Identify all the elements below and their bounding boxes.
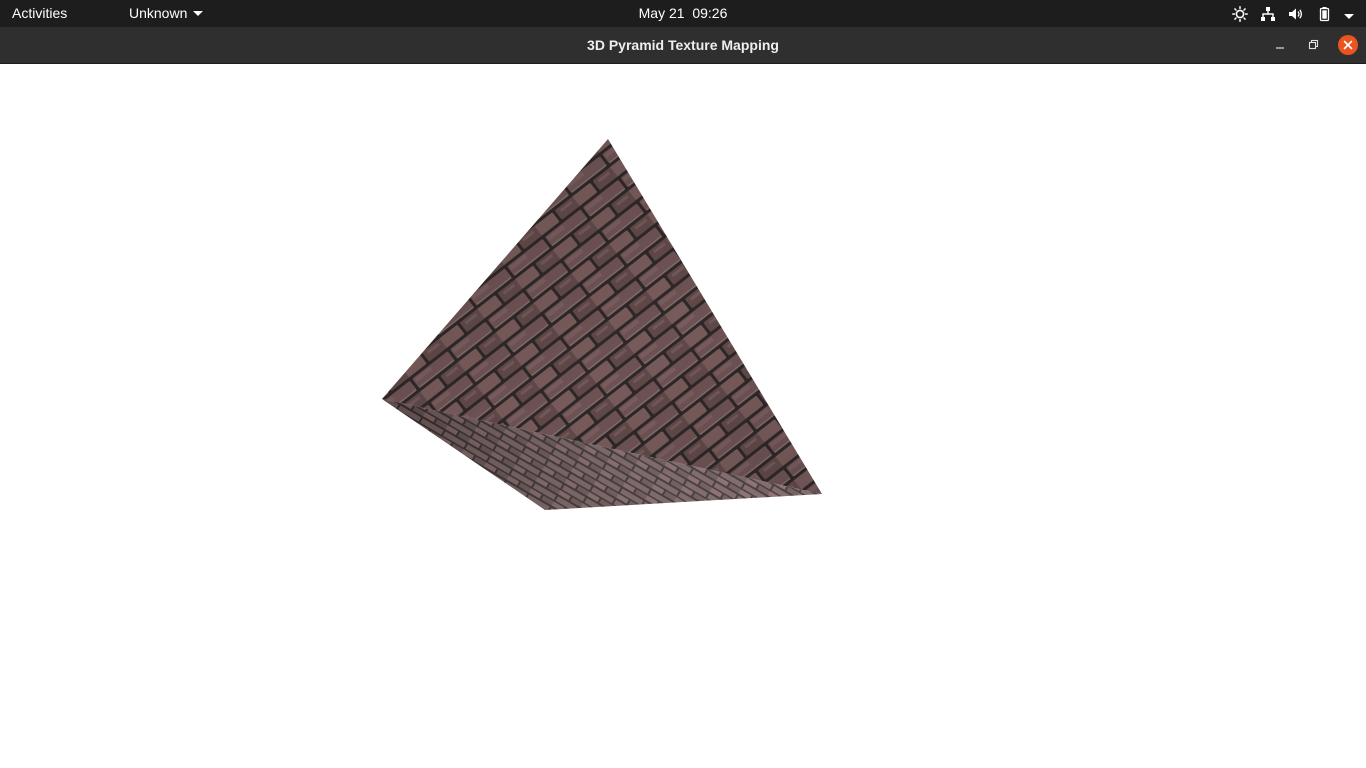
restore-icon: [1308, 39, 1319, 50]
network-icon: [1260, 6, 1276, 22]
app-menu-label: Unknown: [129, 5, 188, 21]
clock-container: May 21 09:26: [0, 5, 1366, 21]
window-titlebar[interactable]: 3D Pyramid Texture Mapping: [0, 27, 1366, 64]
pyramid-render: [382, 139, 822, 510]
activities-button[interactable]: Activities: [12, 5, 67, 21]
battery-icon: [1316, 6, 1332, 22]
system-menu-chevron-icon: [1344, 6, 1354, 22]
restore-button[interactable]: [1305, 36, 1323, 54]
system-tray[interactable]: [1232, 4, 1354, 23]
close-button[interactable]: [1338, 35, 1358, 55]
gl-canvas[interactable]: [0, 64, 1366, 768]
close-icon: [1343, 40, 1353, 50]
app-menu-button[interactable]: Unknown: [129, 5, 204, 21]
window-title: 3D Pyramid Texture Mapping: [587, 37, 779, 53]
chevron-down-icon: [193, 11, 204, 16]
brightness-icon: [1232, 5, 1248, 22]
minimize-button[interactable]: [1271, 36, 1289, 54]
minimize-icon: [1276, 47, 1284, 49]
clock-button[interactable]: May 21 09:26: [639, 5, 728, 21]
top-panel: Activities Unknown May 21 09:26: [0, 0, 1366, 27]
volume-icon: [1288, 6, 1304, 22]
